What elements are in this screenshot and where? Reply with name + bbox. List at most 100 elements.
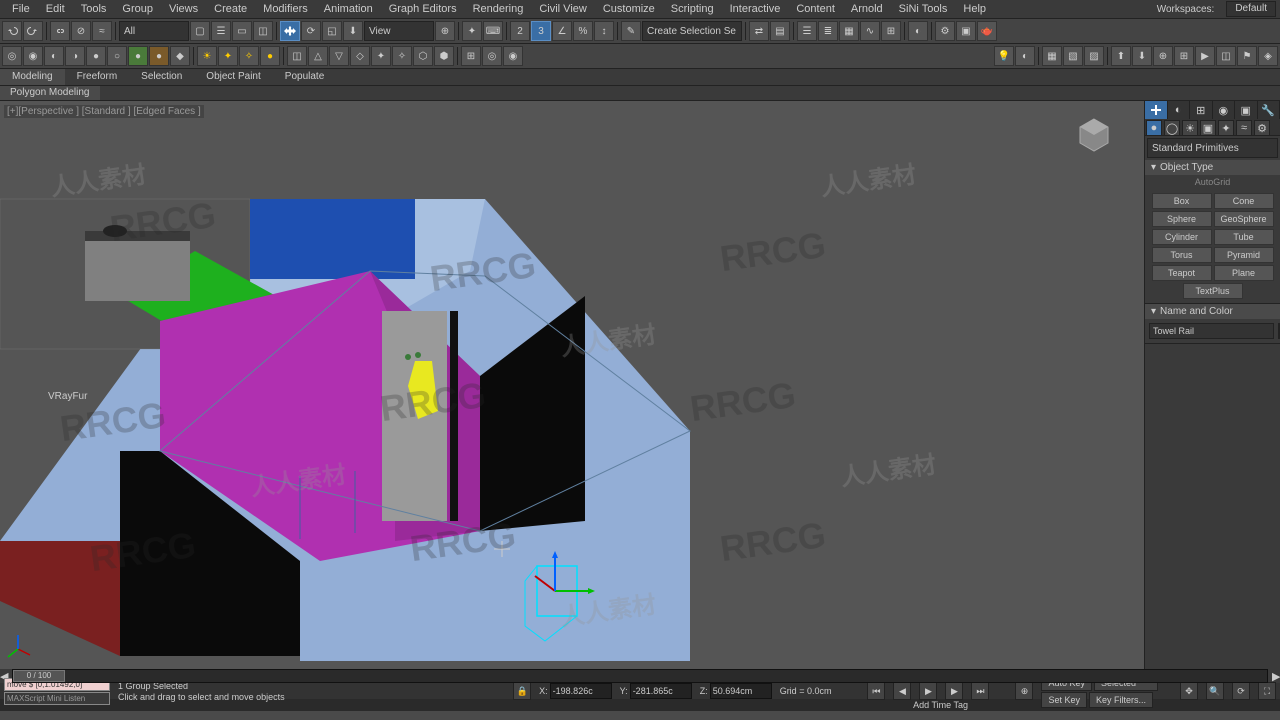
render-icon-1[interactable]: ◐ (1015, 46, 1035, 66)
prim-textplus[interactable]: TextPlus (1183, 283, 1243, 299)
shapes-icon[interactable]: ◯ (1164, 120, 1180, 136)
autogrid-checkbox[interactable]: AutoGrid (1145, 175, 1280, 189)
menu-arnold[interactable]: Arnold (843, 3, 891, 15)
menu-sini-tools[interactable]: SiNi Tools (891, 3, 956, 15)
obj-icon-5[interactable]: ✦ (371, 46, 391, 66)
icon-row2-9[interactable]: ◆ (170, 46, 190, 66)
snap-2d-button[interactable]: 2 (510, 21, 530, 41)
tab-selection[interactable]: Selection (129, 69, 194, 85)
light-icon-4[interactable]: ● (260, 46, 280, 66)
prim-pyramid[interactable]: Pyramid (1214, 247, 1274, 263)
light-icon-2[interactable]: ✦ (218, 46, 238, 66)
icon-row2-3[interactable]: ◐ (44, 46, 64, 66)
menu-rendering[interactable]: Rendering (465, 3, 532, 15)
key-filters-button[interactable]: Key Filters... (1089, 692, 1153, 708)
coord-z-input[interactable] (710, 683, 772, 699)
undo-button[interactable] (2, 21, 22, 41)
window-crossing-button[interactable]: ◫ (253, 21, 273, 41)
render-icon-4[interactable]: ▨ (1084, 46, 1104, 66)
systems-icon[interactable]: ⚙ (1254, 120, 1270, 136)
util-icon-7[interactable]: ⚑ (1237, 46, 1257, 66)
render-icon-3[interactable]: ▧ (1063, 46, 1083, 66)
next-frame-button[interactable]: ▶ (945, 682, 963, 700)
menu-customize[interactable]: Customize (595, 3, 663, 15)
prim-cone[interactable]: Cone (1214, 193, 1274, 209)
menu-modifiers[interactable]: Modifiers (255, 3, 316, 15)
spacewarps-icon[interactable]: ≈ (1236, 120, 1252, 136)
menu-views[interactable]: Views (161, 3, 206, 15)
schematic-view-button[interactable]: ⊞ (881, 21, 901, 41)
name-color-header[interactable]: ▾ Name and Color (1145, 304, 1280, 319)
icon-row2-1[interactable]: ◎ (2, 46, 22, 66)
create-tab[interactable] (1145, 101, 1168, 119)
mirror-button[interactable]: ⇄ (749, 21, 769, 41)
utilities-tab[interactable]: 🔧 (1258, 101, 1280, 119)
select-manipulate-button[interactable]: ✦ (462, 21, 482, 41)
prim-teapot[interactable]: Teapot (1152, 265, 1212, 281)
icon-row2-6[interactable]: ○ (107, 46, 127, 66)
curve-editor-button[interactable]: ∿ (860, 21, 880, 41)
geometry-icon[interactable]: ● (1146, 120, 1162, 136)
obj-icon-3[interactable]: ▽ (329, 46, 349, 66)
select-object-button[interactable]: ▢ (190, 21, 210, 41)
ref-coord-combo[interactable]: View (364, 21, 434, 41)
subtab-polygon-modeling[interactable]: Polygon Modeling (0, 86, 100, 100)
obj-icon-1[interactable]: ◫ (287, 46, 307, 66)
nav-pan-button[interactable]: ✥ (1180, 682, 1198, 700)
util-icon-2[interactable]: ⬇ (1132, 46, 1152, 66)
use-pivot-center-button[interactable]: ⊕ (435, 21, 455, 41)
object-type-header[interactable]: ▾ Object Type (1145, 160, 1280, 175)
percent-snap-button[interactable]: % (573, 21, 593, 41)
helper-icon-3[interactable]: ◉ (503, 46, 523, 66)
render-icon-2[interactable]: ▦ (1042, 46, 1062, 66)
menu-create[interactable]: Create (206, 3, 255, 15)
menu-graph-editors[interactable]: Graph Editors (381, 3, 465, 15)
menu-help[interactable]: Help (955, 3, 994, 15)
coord-y-input[interactable] (630, 683, 692, 699)
menu-tools[interactable]: Tools (73, 3, 115, 15)
prim-sphere[interactable]: Sphere (1152, 211, 1212, 227)
bind-space-warp-button[interactable]: ≈ (92, 21, 112, 41)
unlink-button[interactable]: ⊘ (71, 21, 91, 41)
keyboard-shortcut-button[interactable]: ⌨ (483, 21, 503, 41)
menu-civil-view[interactable]: Civil View (531, 3, 594, 15)
toggle-ribbon-button[interactable]: ▦ (839, 21, 859, 41)
prim-cylinder[interactable]: Cylinder (1152, 229, 1212, 245)
menu-scripting[interactable]: Scripting (663, 3, 722, 15)
prim-tube[interactable]: Tube (1214, 229, 1274, 245)
select-scale-button[interactable]: ◱ (322, 21, 342, 41)
isolate-button[interactable]: ⊕ (1015, 682, 1033, 700)
select-place-button[interactable]: ⬇ (343, 21, 363, 41)
spinner-snap-button[interactable]: ↕ (594, 21, 614, 41)
goto-start-button[interactable]: ⏮ (867, 682, 885, 700)
viewport[interactable]: [+][Perspective ] [Standard ] [Edged Fac… (0, 101, 1144, 669)
workspace-combo[interactable]: Default (1226, 1, 1276, 17)
goto-end-button[interactable]: ⏭ (971, 682, 989, 700)
icon-row2-8[interactable]: ● (149, 46, 169, 66)
helper-icon-2[interactable]: ◎ (482, 46, 502, 66)
prim-geosphere[interactable]: GeoSphere (1214, 211, 1274, 227)
cameras-icon[interactable]: ▣ (1200, 120, 1216, 136)
menu-group[interactable]: Group (114, 3, 161, 15)
icon-row2-7[interactable]: ● (128, 46, 148, 66)
material-editor-button[interactable]: ◐ (908, 21, 928, 41)
display-tab[interactable]: ▣ (1235, 101, 1258, 119)
obj-icon-2[interactable]: △ (308, 46, 328, 66)
render-setup-button[interactable]: ⚙ (935, 21, 955, 41)
rendered-frame-window-button[interactable]: ▣ (956, 21, 976, 41)
redo-button[interactable] (23, 21, 43, 41)
coord-x-input[interactable] (550, 683, 612, 699)
object-name-input[interactable] (1149, 323, 1274, 339)
icon-row2-2[interactable]: ◉ (23, 46, 43, 66)
helpers-icon[interactable]: ✦ (1218, 120, 1234, 136)
modify-tab[interactable]: ◐ (1168, 101, 1191, 119)
prev-frame-button[interactable]: ◀ (893, 682, 911, 700)
util-icon-5[interactable]: ▶ (1195, 46, 1215, 66)
prim-torus[interactable]: Torus (1152, 247, 1212, 263)
edit-named-selection-button[interactable]: ✎ (621, 21, 641, 41)
obj-icon-4[interactable]: ◇ (350, 46, 370, 66)
hierarchy-tab[interactable]: ⊞ (1190, 101, 1213, 119)
menu-content[interactable]: Content (788, 3, 843, 15)
helper-icon-1[interactable]: ⊞ (461, 46, 481, 66)
snap-3d-button[interactable]: 3 (531, 21, 551, 41)
